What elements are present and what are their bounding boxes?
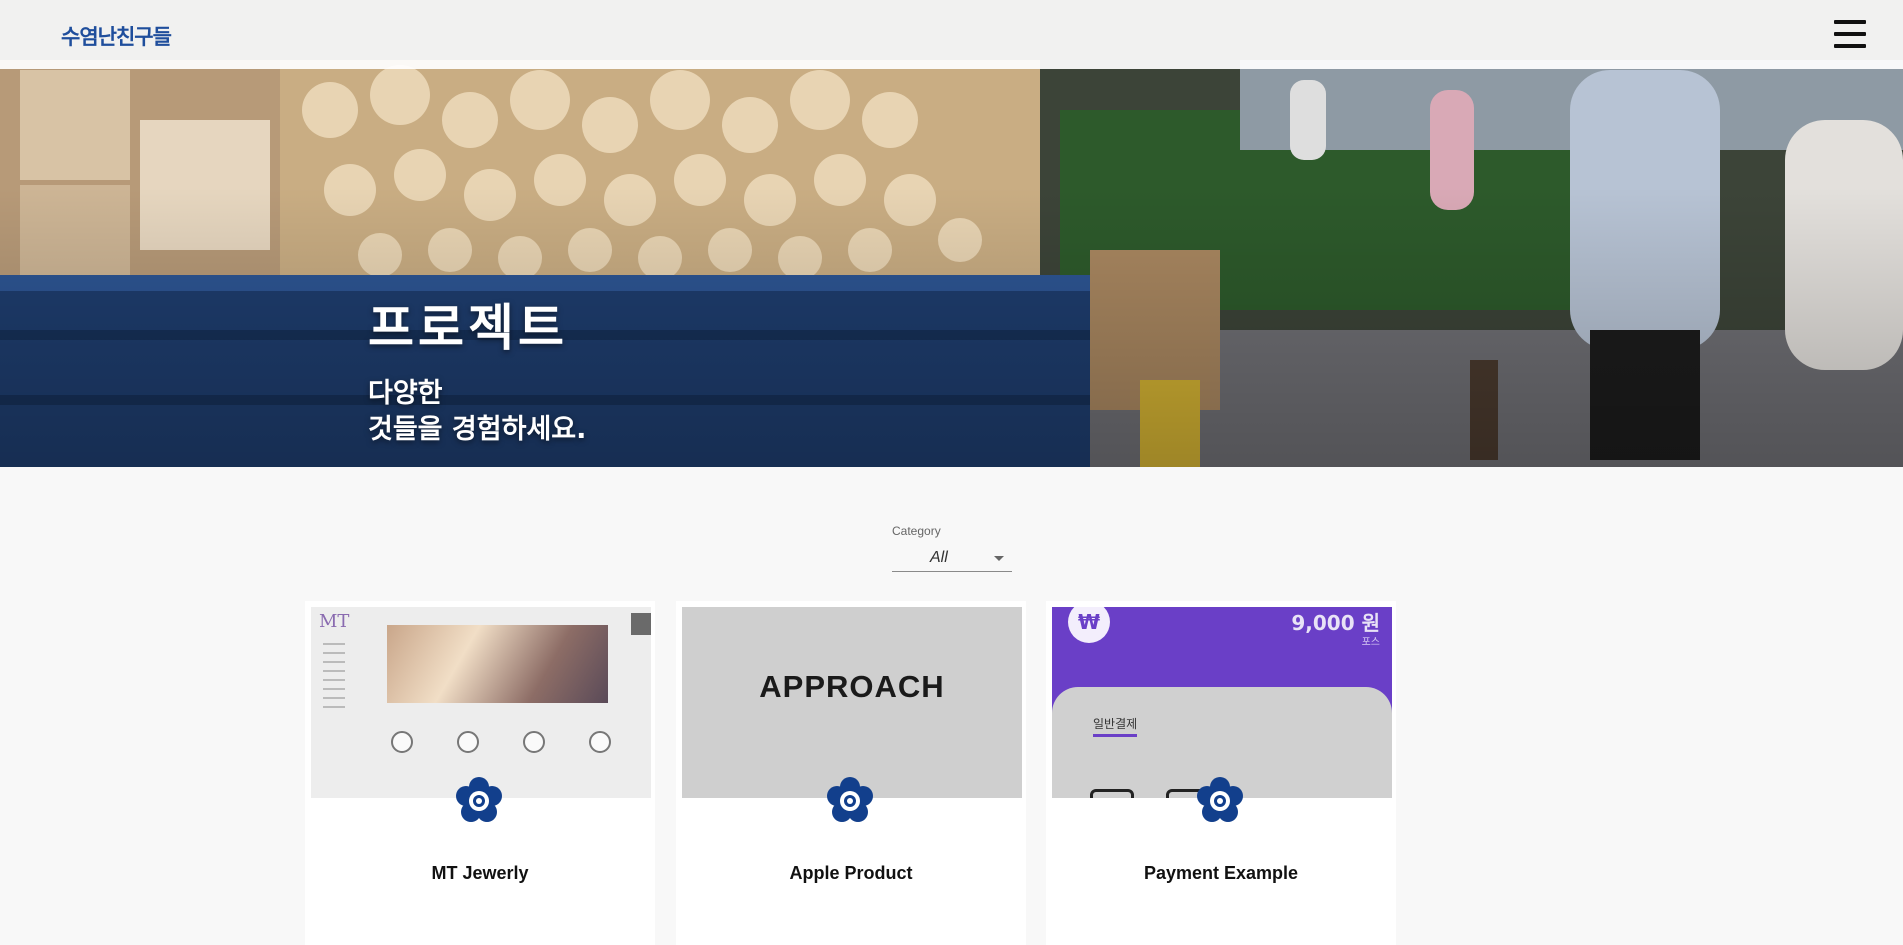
category-select[interactable]: All bbox=[892, 546, 1012, 572]
project-card-mt-jewerly[interactable]: MT MT Jewerly bbox=[305, 601, 655, 945]
flower-emblem-icon bbox=[456, 777, 502, 822]
menu-bar bbox=[1834, 44, 1866, 48]
menu-bar bbox=[1834, 20, 1866, 24]
project-thumbnail: MT bbox=[311, 607, 651, 798]
thumbnail-headline: APPROACH bbox=[759, 669, 945, 704]
category-selected-value: All bbox=[930, 549, 948, 566]
thumbnail-amount-sub: 포스 bbox=[1361, 637, 1380, 648]
thumbnail-tab-underline bbox=[1093, 734, 1137, 737]
project-thumbnail: APPROACH bbox=[682, 607, 1022, 798]
flower-emblem-icon bbox=[1197, 777, 1243, 822]
page-title: 프로젝트 bbox=[368, 299, 568, 357]
subtitle-line-1: 다양한 bbox=[368, 378, 443, 409]
subtitle-line-2: 것들을 경험하세요. bbox=[368, 414, 587, 445]
thumbnail-amount: 9,000 원 bbox=[1291, 611, 1380, 635]
thumbnail-icons bbox=[391, 731, 611, 753]
top-header: 수염난친구들 bbox=[0, 0, 1903, 69]
project-thumbnail: ₩ 9,000 원 포스 일반결제 bbox=[1052, 607, 1392, 798]
page-subtitle: 다양한 것들을 경험하세요. bbox=[368, 376, 586, 448]
thumbnail-sidebar bbox=[315, 643, 355, 715]
project-title: MT Jewerly bbox=[431, 863, 529, 883]
project-card-apple-product[interactable]: APPROACH Apple Product bbox=[676, 601, 1026, 945]
hero-overlay bbox=[0, 0, 1903, 467]
hero-banner: 프로젝트 다양한 것들을 경험하세요. bbox=[0, 0, 1903, 467]
dropdown-arrow-icon bbox=[994, 556, 1004, 561]
won-coin-icon: ₩ bbox=[1068, 607, 1110, 643]
thumbnail-photo bbox=[387, 625, 608, 703]
project-title: Apple Product bbox=[789, 863, 913, 883]
site-logo[interactable]: 수염난친구들 bbox=[61, 21, 172, 51]
project-card-payment-example[interactable]: ₩ 9,000 원 포스 일반결제 Payment Example bbox=[1046, 601, 1396, 945]
thumbnail-scroll bbox=[631, 613, 651, 635]
category-filter: Category All bbox=[892, 524, 1012, 572]
category-label: Category bbox=[892, 524, 941, 538]
flower-emblem-icon bbox=[827, 777, 873, 822]
menu-bar bbox=[1834, 32, 1866, 36]
hamburger-menu-icon[interactable] bbox=[1834, 20, 1866, 48]
project-title: Payment Example bbox=[1143, 863, 1299, 883]
thumbnail-tab: 일반결제 bbox=[1093, 717, 1138, 731]
thumbnail-option bbox=[1090, 789, 1134, 798]
thumbnail-logo: MT bbox=[319, 611, 350, 632]
